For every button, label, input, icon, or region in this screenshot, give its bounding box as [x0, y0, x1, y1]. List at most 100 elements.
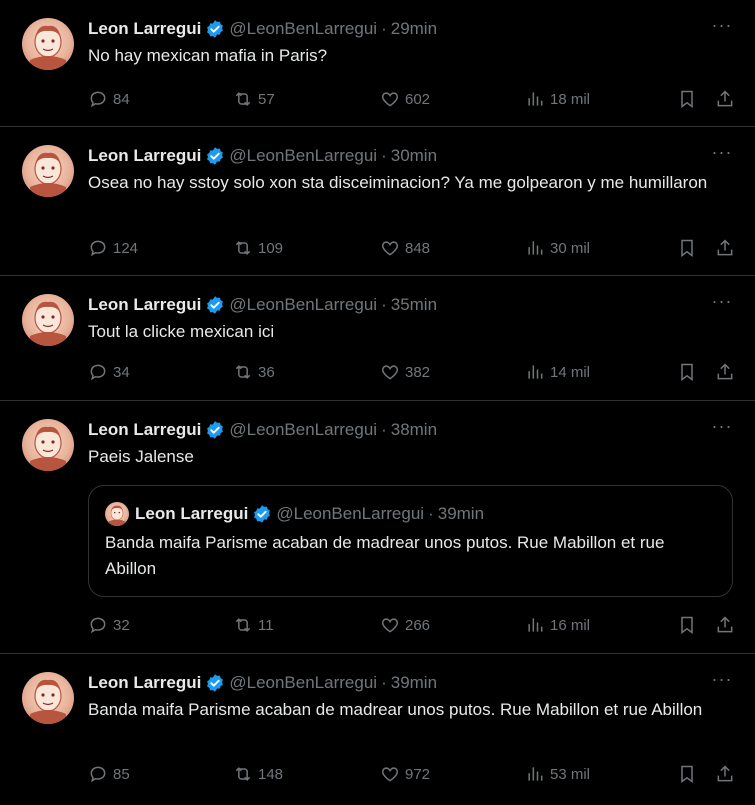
- avatar[interactable]: [22, 18, 74, 70]
- views-button[interactable]: 16 mil: [525, 615, 675, 635]
- heart-icon: [381, 92, 399, 107]
- bookmark-button[interactable]: [677, 238, 715, 258]
- verified-badge-icon: [252, 504, 272, 524]
- share-button[interactable]: [715, 238, 739, 258]
- share-button[interactable]: [715, 89, 739, 109]
- timestamp[interactable]: 38min: [391, 419, 437, 441]
- tweet[interactable]: Leon Larregui @LeonBenLarregui · 30min ·…: [0, 127, 755, 276]
- author-handle[interactable]: @LeonBenLarregui: [229, 145, 377, 167]
- bookmark-icon: [681, 363, 693, 381]
- reply-button[interactable]: 32: [88, 615, 218, 635]
- author-name[interactable]: Leon Larregui: [88, 145, 201, 167]
- author-name[interactable]: Leon Larregui: [88, 672, 201, 694]
- like-button[interactable]: 266: [380, 615, 525, 635]
- retweet-button[interactable]: 11: [233, 615, 380, 635]
- tweet[interactable]: Leon Larregui @LeonBenLarregui · 38min ·…: [0, 401, 755, 654]
- heart-icon: [381, 241, 399, 256]
- timestamp[interactable]: 35min: [391, 294, 437, 316]
- tweet[interactable]: Leon Larregui @LeonBenLarregui · 39min ·…: [0, 654, 755, 805]
- avatar[interactable]: [22, 672, 74, 724]
- avatar[interactable]: [22, 145, 74, 197]
- timeline-feed: Leon Larregui @LeonBenLarregui · 29min ·…: [0, 0, 755, 805]
- views-button[interactable]: 30 mil: [525, 238, 675, 258]
- tweet[interactable]: Leon Larregui @LeonBenLarregui · 29min ·…: [0, 0, 755, 127]
- separator-dot: ·: [381, 673, 387, 692]
- avatar[interactable]: [22, 294, 74, 346]
- tweet-text: Banda maifa Parisme acaban de madrear un…: [88, 700, 703, 719]
- retweet-icon: [235, 92, 251, 106]
- views-count: 18 mil: [550, 90, 591, 108]
- bookmark-button[interactable]: [677, 615, 715, 635]
- share-icon: [717, 90, 733, 107]
- bookmark-button[interactable]: [677, 362, 715, 382]
- bookmark-icon: [681, 765, 693, 783]
- tweet[interactable]: Leon Larregui @LeonBenLarregui · 35min ·…: [0, 276, 755, 401]
- views-button[interactable]: 18 mil: [525, 89, 675, 109]
- quoted-author-handle: @LeonBenLarregui: [276, 504, 425, 523]
- views-count: 53 mil: [550, 765, 591, 783]
- retweet-button[interactable]: 57: [233, 89, 380, 109]
- tweet-actions: 124 109 848 30 mil: [88, 236, 739, 260]
- share-button[interactable]: [715, 615, 739, 635]
- quoted-author-name: Leon Larregui: [135, 504, 249, 523]
- bookmark-button[interactable]: [677, 89, 715, 109]
- author-handle[interactable]: @LeonBenLarregui: [229, 294, 377, 316]
- retweet-count: 11: [258, 616, 274, 634]
- separator-dot: ·: [381, 146, 387, 165]
- retweet-button[interactable]: 148: [233, 764, 380, 784]
- like-button[interactable]: 382: [380, 362, 525, 382]
- retweet-icon: [235, 365, 251, 379]
- retweet-button[interactable]: 36: [233, 362, 380, 382]
- heart-icon: [381, 365, 399, 380]
- reply-count: 84: [113, 90, 130, 108]
- quoted-timestamp: 39min: [437, 504, 485, 523]
- separator-dot: ·: [428, 504, 434, 523]
- share-button[interactable]: [715, 362, 739, 382]
- share-icon: [717, 363, 733, 380]
- bookmark-icon: [681, 616, 693, 634]
- views-button[interactable]: 53 mil: [525, 764, 675, 784]
- like-button[interactable]: 972: [380, 764, 525, 784]
- bookmark-button[interactable]: [677, 764, 715, 784]
- views-count: 16 mil: [550, 616, 591, 634]
- reply-button[interactable]: 124: [88, 238, 218, 258]
- author-name[interactable]: Leon Larregui: [88, 294, 201, 316]
- like-button[interactable]: 848: [380, 238, 525, 258]
- separator-dot: ·: [381, 19, 387, 38]
- views-count: 30 mil: [550, 239, 591, 257]
- separator-dot: ·: [381, 295, 387, 314]
- like-count: 266: [405, 616, 431, 634]
- verified-badge-icon: [205, 420, 225, 440]
- author-name[interactable]: Leon Larregui: [88, 18, 201, 40]
- reply-icon: [90, 766, 106, 783]
- tweet-actions: 32 11 266 16 mil: [88, 613, 739, 637]
- like-button[interactable]: 602: [380, 89, 525, 109]
- verified-badge-icon: [205, 673, 225, 693]
- timestamp[interactable]: 30min: [391, 145, 437, 167]
- tweet-actions: 34 36 382 14 mil: [88, 360, 739, 384]
- author-handle[interactable]: @LeonBenLarregui: [229, 672, 377, 694]
- reply-button[interactable]: 85: [88, 764, 218, 784]
- author-handle[interactable]: @LeonBenLarregui: [229, 18, 377, 40]
- timestamp[interactable]: 29min: [391, 18, 437, 40]
- views-button[interactable]: 14 mil: [525, 362, 675, 382]
- reply-icon: [90, 91, 106, 108]
- avatar[interactable]: [22, 419, 74, 471]
- more-icon[interactable]: ···: [707, 417, 737, 441]
- tweet-text: Paeis Jalense: [88, 447, 194, 466]
- views-icon: [528, 241, 543, 255]
- retweet-icon: [235, 618, 251, 632]
- author-name[interactable]: Leon Larregui: [88, 419, 201, 441]
- author-handle[interactable]: @LeonBenLarregui: [229, 419, 377, 441]
- retweet-button[interactable]: 109: [233, 238, 380, 258]
- reply-button[interactable]: 84: [88, 89, 218, 109]
- share-icon: [717, 616, 733, 633]
- more-icon[interactable]: ···: [707, 292, 737, 316]
- more-icon[interactable]: ···: [707, 670, 737, 694]
- more-icon[interactable]: ···: [707, 143, 737, 167]
- reply-button[interactable]: 34: [88, 362, 218, 382]
- more-icon[interactable]: ···: [707, 16, 737, 40]
- share-button[interactable]: [715, 764, 739, 784]
- quoted-tweet[interactable]: Leon Larregui @LeonBenLarregui · 39min B…: [88, 485, 733, 597]
- timestamp[interactable]: 39min: [391, 672, 437, 694]
